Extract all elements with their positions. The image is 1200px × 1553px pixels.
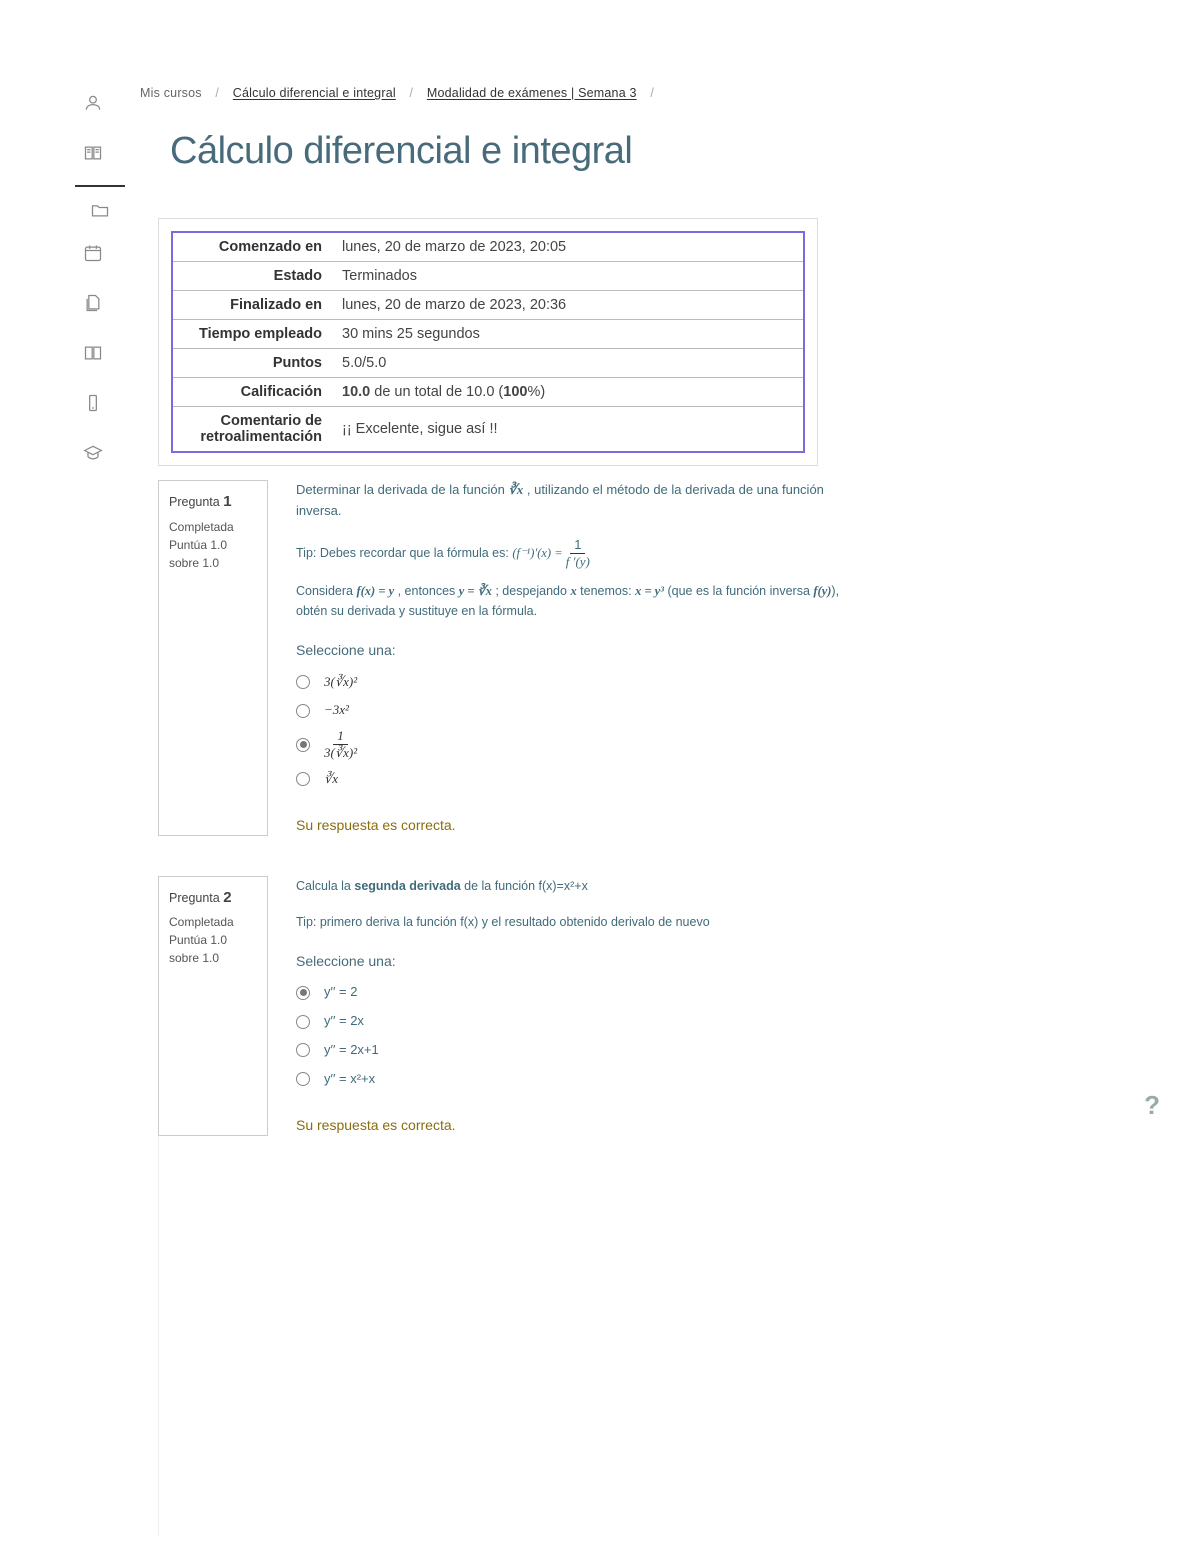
question-meta: Pregunta 2 Completada Puntúa 1.0 sobre 1… — [158, 876, 268, 1136]
sidebar-item-calendar[interactable] — [75, 235, 111, 271]
question-meta: Pregunta 1 Completada Puntúa 1.0 sobre 1… — [158, 480, 268, 836]
option-text: y′′ = 2x+1 — [324, 1040, 379, 1061]
answer-feedback: Su respuesta es correcta. — [296, 814, 840, 836]
select-one-label: Seleccione una: — [296, 639, 840, 661]
summary-value: Terminados — [332, 262, 804, 291]
summary-value: lunes, 20 de marzo de 2023, 20:05 — [332, 232, 804, 262]
sidebar-item-library[interactable] — [75, 335, 111, 371]
option-text: y′′ = 2x — [324, 1011, 364, 1032]
option-row[interactable]: y′′ = 2x+1 — [296, 1040, 840, 1061]
page-title: Cálculo diferencial e integral — [170, 130, 860, 173]
summary-label: Puntos — [172, 349, 332, 378]
option-text: y′′ = 2 — [324, 982, 357, 1003]
quiz-container: Comenzado enlunes, 20 de marzo de 2023, … — [158, 218, 818, 466]
table-row: Puntos5.0/5.0 — [172, 349, 804, 378]
table-row: Comenzado enlunes, 20 de marzo de 2023, … — [172, 232, 804, 262]
help-icon[interactable]: ? — [1144, 1090, 1160, 1121]
question-score: Puntúa 1.0 sobre 1.0 — [169, 536, 257, 572]
summary-table: Comenzado enlunes, 20 de marzo de 2023, … — [171, 231, 805, 453]
question-body: Determinar la derivada de la función ∛x … — [296, 480, 860, 836]
radio-icon-selected[interactable] — [296, 738, 310, 752]
summary-value: 5.0/5.0 — [332, 349, 804, 378]
option-row[interactable]: y′′ = x²+x — [296, 1069, 840, 1090]
grade-text: de un total de 10.0 ( — [370, 384, 503, 400]
sidebar-item-folder[interactable] — [75, 185, 125, 221]
grade-score: 10.0 — [342, 384, 370, 400]
sidebar-item-graduation[interactable] — [75, 435, 111, 471]
table-row: Tiempo empleado30 mins 25 segundos — [172, 320, 804, 349]
question-number: 1 — [223, 493, 231, 510]
sidebar-item-book[interactable] — [75, 135, 111, 171]
table-row: Calificación 10.0 de un total de 10.0 (1… — [172, 378, 804, 407]
table-row: Finalizado enlunes, 20 de marzo de 2023,… — [172, 291, 804, 320]
question-status: Completada — [169, 518, 257, 536]
summary-value: lunes, 20 de marzo de 2023, 20:36 — [332, 291, 804, 320]
question-body: Calcula la segunda derivada de la funció… — [296, 876, 860, 1136]
option-text: −3x² — [324, 700, 349, 721]
question-tip: Tip: primero deriva la función f(x) y el… — [296, 912, 840, 932]
main-content: Mis cursos / Cálculo diferencial e integ… — [140, 0, 860, 1536]
sidebar-item-mobile[interactable] — [75, 385, 111, 421]
radio-icon[interactable] — [296, 1043, 310, 1057]
option-row[interactable]: y′′ = 2 — [296, 982, 840, 1003]
summary-label: Estado — [172, 262, 332, 291]
breadcrumb-sep: / — [215, 86, 219, 100]
radio-icon[interactable] — [296, 1072, 310, 1086]
question-stem: Calcula la segunda derivada de la funció… — [296, 876, 840, 896]
summary-label: Comenzado en — [172, 232, 332, 262]
breadcrumb-sep: / — [650, 86, 654, 100]
question-status: Completada — [169, 913, 257, 931]
radio-icon[interactable] — [296, 772, 310, 786]
radio-icon[interactable] — [296, 704, 310, 718]
breadcrumb-sep: / — [410, 86, 414, 100]
question-label: Pregunta 1 — [169, 491, 257, 514]
option-text-fraction: 13(∛x)² — [324, 729, 357, 761]
summary-value: 30 mins 25 segundos — [332, 320, 804, 349]
select-one-label: Seleccione una: — [296, 950, 840, 972]
question-label: Pregunta 2 — [169, 887, 257, 910]
answer-feedback: Su respuesta es correcta. — [296, 1114, 840, 1136]
question-number: 2 — [223, 889, 231, 906]
grade-suffix: %) — [527, 384, 545, 400]
summary-label: Calificación — [172, 378, 332, 407]
grade-pct: 100 — [503, 384, 527, 400]
option-row[interactable]: −3x² — [296, 700, 840, 721]
option-row[interactable]: y′′ = 2x — [296, 1011, 840, 1032]
formula-lhs: (f⁻¹)′(x) = — [512, 546, 565, 560]
summary-label: Tiempo empleado — [172, 320, 332, 349]
math-fraction: 1f ′(y) — [566, 538, 590, 570]
question-tip: Tip: Debes recordar que la fórmula es: (… — [296, 538, 840, 570]
option-text: y′′ = x²+x — [324, 1069, 375, 1090]
question-2: Pregunta 2 Completada Puntúa 1.0 sobre 1… — [158, 876, 860, 1136]
table-row: Comentario de retroalimentación¡¡ Excele… — [172, 407, 804, 453]
table-row: EstadoTerminados — [172, 262, 804, 291]
summary-value-grade: 10.0 de un total de 10.0 (100%) — [332, 378, 804, 407]
question-consider: Considera f(x) = y , entonces y = ∛x ; d… — [296, 581, 840, 621]
breadcrumb: Mis cursos / Cálculo diferencial e integ… — [140, 86, 860, 100]
summary-value: ¡¡ Excelente, sigue así !! — [332, 407, 804, 453]
radio-icon-selected[interactable] — [296, 986, 310, 1000]
radio-icon[interactable] — [296, 1015, 310, 1029]
summary-label: Finalizado en — [172, 291, 332, 320]
summary-label: Comentario de retroalimentación — [172, 407, 332, 453]
option-text: ∛x — [324, 769, 338, 790]
sidebar-item-profile[interactable] — [75, 85, 111, 121]
question-stem: Determinar la derivada de la función ∛x … — [296, 480, 840, 522]
math-cuberoot: ∛x — [508, 482, 523, 497]
question-1: Pregunta 1 Completada Puntúa 1.0 sobre 1… — [158, 480, 860, 836]
option-row[interactable]: ∛x — [296, 769, 840, 790]
footer-space — [158, 1136, 818, 1536]
option-row[interactable]: 3(∛x)² — [296, 672, 840, 693]
question-score: Puntúa 1.0 sobre 1.0 — [169, 931, 257, 967]
option-row[interactable]: 13(∛x)² — [296, 729, 840, 761]
radio-icon[interactable] — [296, 675, 310, 689]
option-text: 3(∛x)² — [324, 672, 357, 693]
breadcrumb-item-course[interactable]: Cálculo diferencial e integral — [233, 86, 396, 100]
breadcrumb-item-activity[interactable]: Modalidad de exámenes | Semana 3 — [427, 86, 637, 100]
sidebar-nav — [75, 85, 125, 485]
breadcrumb-item-mycourses[interactable]: Mis cursos — [140, 86, 202, 100]
sidebar-item-files[interactable] — [75, 285, 111, 321]
